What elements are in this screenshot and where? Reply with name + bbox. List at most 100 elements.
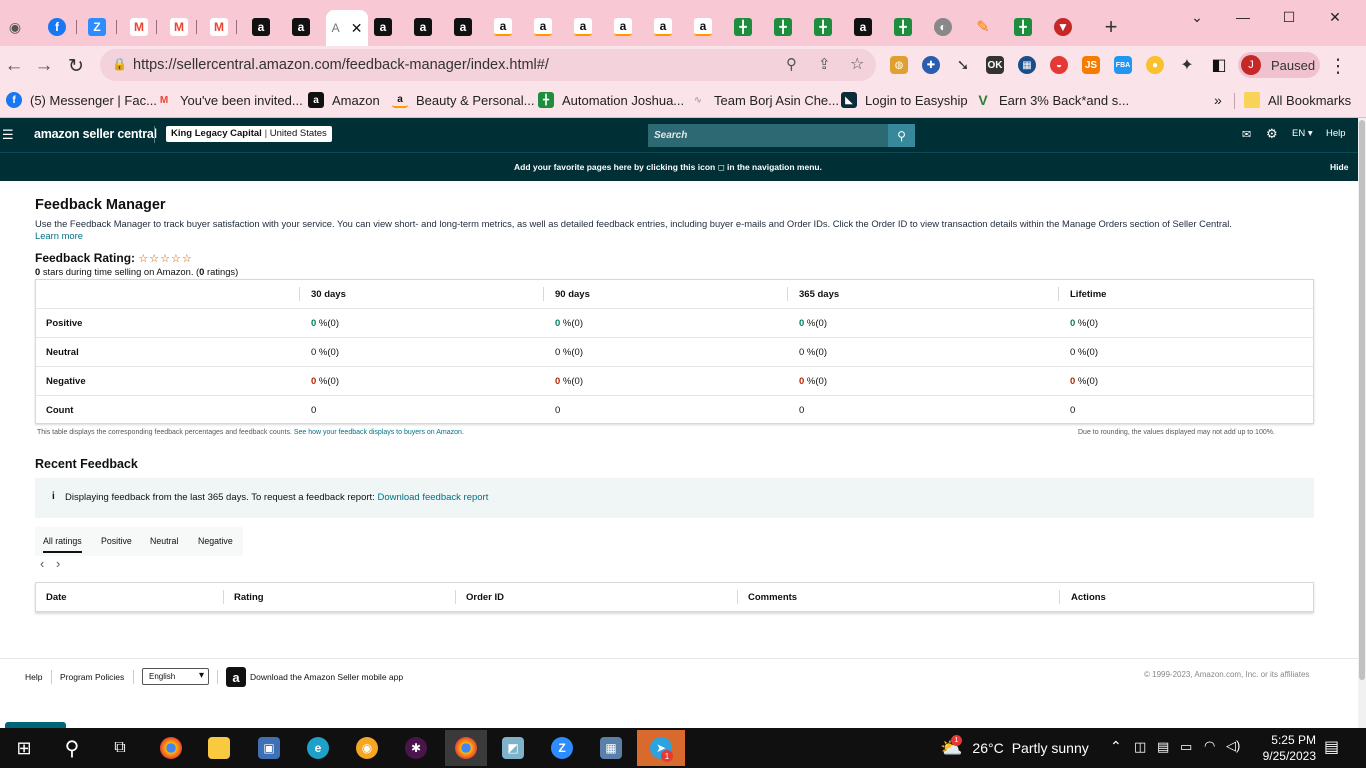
meet-icon[interactable]: ◫ (1134, 739, 1146, 755)
tab-amazon-smile-6[interactable]: a (688, 12, 718, 42)
tab-active-seller-central[interactable]: A ✕ (326, 10, 368, 46)
tab-all-ratings[interactable]: All ratings (43, 536, 82, 553)
show-hidden-icons-chevron-icon[interactable]: ⌃ (1110, 738, 1122, 755)
taskbar-chrome-profile[interactable] (445, 730, 487, 766)
extension-chart-icon[interactable]: ▦ (1018, 56, 1036, 74)
tab-sheets-3[interactable]: ╋ (808, 12, 838, 42)
taskbar-calculator[interactable]: ▦ (595, 732, 627, 764)
clock[interactable]: 5:25 PM 9/25/2023 (1252, 732, 1316, 764)
bookmark-invite[interactable]: M You've been invited... (156, 92, 303, 108)
tab-pen[interactable]: ✎ (968, 12, 998, 42)
bookmarks-overflow-button[interactable]: » (1214, 92, 1222, 108)
profile-button[interactable]: J Paused (1238, 52, 1320, 78)
extension-circle-icon[interactable]: ● (1146, 56, 1164, 74)
side-panel-icon[interactable]: ◧ (1210, 56, 1228, 74)
language-selector[interactable]: EN ▾ (1292, 128, 1313, 139)
new-tab-button[interactable]: + (1096, 12, 1126, 42)
notifications-icon[interactable]: ▤ (1324, 737, 1339, 757)
extension-jar-icon[interactable]: ◍ (890, 56, 908, 74)
bookmark-automation[interactable]: ╋ Automation Joshua... (538, 92, 684, 108)
footer-language-select[interactable]: English ▾ (142, 668, 209, 685)
tab-amazon-3[interactable]: a (368, 12, 398, 42)
taskbar-edge[interactable]: e (302, 732, 334, 764)
taskbar-zoom[interactable]: Z (546, 732, 578, 764)
all-bookmarks-folder[interactable]: All Bookmarks (1244, 92, 1351, 108)
learn-more-link[interactable]: Learn more (35, 230, 83, 241)
extensions-puzzle-icon[interactable]: ✦ (1178, 56, 1196, 74)
extension-fba-icon[interactable]: FBA (1114, 56, 1132, 74)
start-button[interactable]: ⊞ (8, 732, 40, 764)
extension-pokeball-icon[interactable]: ◒ (1050, 56, 1068, 74)
tab-sheets-4[interactable]: ╋ (888, 12, 918, 42)
amazon-app-icon[interactable]: a (226, 667, 246, 687)
bookmark-team-borj[interactable]: ∿ Team Borj Asin Che... (690, 92, 839, 108)
tab-gmail-3[interactable]: M (204, 12, 234, 42)
close-window-button[interactable]: ✕ (1312, 6, 1358, 28)
tab-positive[interactable]: Positive (101, 536, 132, 546)
bookmark-amazon[interactable]: a Amazon (308, 92, 380, 108)
tab-amazon-6[interactable]: a (848, 12, 878, 42)
tab-negative[interactable]: Negative (198, 536, 233, 546)
tab-amazon-smile-3[interactable]: a (568, 12, 598, 42)
scrollbar-thumb[interactable] (1359, 120, 1365, 680)
tab-vivaldi[interactable]: ▼ (1048, 12, 1078, 42)
taskbar-file-explorer[interactable] (203, 732, 235, 764)
account-switcher[interactable]: King Legacy Capital | United States (166, 126, 332, 142)
taskbar-vpn[interactable]: ◉ (351, 732, 383, 764)
bookmark-beauty[interactable]: a Beauty & Personal... (392, 92, 535, 108)
tab-zoom[interactable]: Z (82, 12, 112, 42)
program-policies-link[interactable]: Program Policies (60, 672, 124, 682)
chrome-menu-button[interactable]: ⋮ (1326, 54, 1350, 78)
close-tab-icon[interactable]: ✕ (351, 20, 363, 37)
bookmark-easyship[interactable]: ◣ Login to Easyship (841, 92, 968, 108)
tab-globe[interactable]: ◐ (928, 12, 958, 42)
weather-widget[interactable]: ⛅ 1 26°C Partly sunny (940, 734, 1089, 762)
screen-icon[interactable]: ▤ (1157, 739, 1169, 755)
download-report-link[interactable]: Download feedback report (377, 492, 488, 503)
buyer-display-link[interactable]: See how your feedback displays to buyers… (294, 429, 464, 436)
tab-gmail-1[interactable]: M (124, 12, 154, 42)
volume-icon[interactable]: ◁) (1226, 738, 1240, 754)
bookmark-star-icon[interactable]: ☆ (850, 54, 864, 74)
extension-js-icon[interactable]: JS (1082, 56, 1100, 74)
tab-amazon-2[interactable]: a (286, 12, 316, 42)
taskbar-search[interactable]: ⚲ (56, 732, 88, 764)
zoom-icon[interactable]: ⚲ (786, 55, 797, 73)
tab-amazon-4[interactable]: a (408, 12, 438, 42)
wifi-icon[interactable]: ◠ (1204, 738, 1215, 754)
tab-amazon-1[interactable]: a (246, 12, 276, 42)
taskbar-chrome[interactable] (155, 732, 187, 764)
gear-icon[interactable]: ⚙ (1266, 126, 1278, 142)
maximize-button[interactable]: ☐ (1266, 6, 1312, 28)
tab-sheets-1[interactable]: ╋ (728, 12, 758, 42)
pager-prev-button[interactable]: ‹ (40, 556, 44, 571)
bookmark-messenger[interactable]: f (5) Messenger | Fac... (6, 92, 157, 108)
search-button[interactable]: ⚲ (888, 124, 915, 147)
tab-sheets-5[interactable]: ╋ (1008, 12, 1038, 42)
tab-amazon-smile-4[interactable]: a (608, 12, 638, 42)
tab-facebook[interactable]: f (42, 12, 72, 42)
extension-helper-icon[interactable]: ✚ (922, 56, 940, 74)
minimize-button[interactable]: — (1220, 6, 1266, 28)
page-scrollbar[interactable] (1358, 118, 1366, 728)
hamburger-menu-icon[interactable]: ☰ (2, 127, 14, 143)
share-icon[interactable]: ⇪ (818, 55, 831, 73)
extension-ok-icon[interactable]: OK (986, 56, 1004, 74)
seller-search-input[interactable]: Search (648, 124, 888, 147)
taskbar-app-files[interactable]: ◩ (497, 732, 529, 764)
address-bar[interactable]: 🔒 https://sellercentral.amazon.com/feedb… (100, 49, 876, 81)
task-view-button[interactable]: ⧉ (104, 732, 136, 764)
help-link[interactable]: Help (1326, 128, 1346, 139)
bookmark-earn[interactable]: V Earn 3% Back*and s... (975, 92, 1129, 108)
taskbar-telegram[interactable]: ➤ 1 (637, 730, 685, 766)
tab-search-menu[interactable]: ◉ (0, 12, 30, 42)
footer-help-link[interactable]: Help (25, 672, 42, 682)
forward-button[interactable]: → (32, 54, 56, 78)
tab-neutral[interactable]: Neutral (150, 536, 178, 546)
reload-button[interactable]: ↻ (64, 54, 88, 78)
tab-sheets-2[interactable]: ╋ (768, 12, 798, 42)
taskbar-app-monitor[interactable]: ▣ (253, 732, 285, 764)
tab-amazon-smile-5[interactable]: a (648, 12, 678, 42)
back-button[interactable]: ← (2, 54, 26, 78)
hide-banner-button[interactable]: Hide (1330, 162, 1348, 172)
